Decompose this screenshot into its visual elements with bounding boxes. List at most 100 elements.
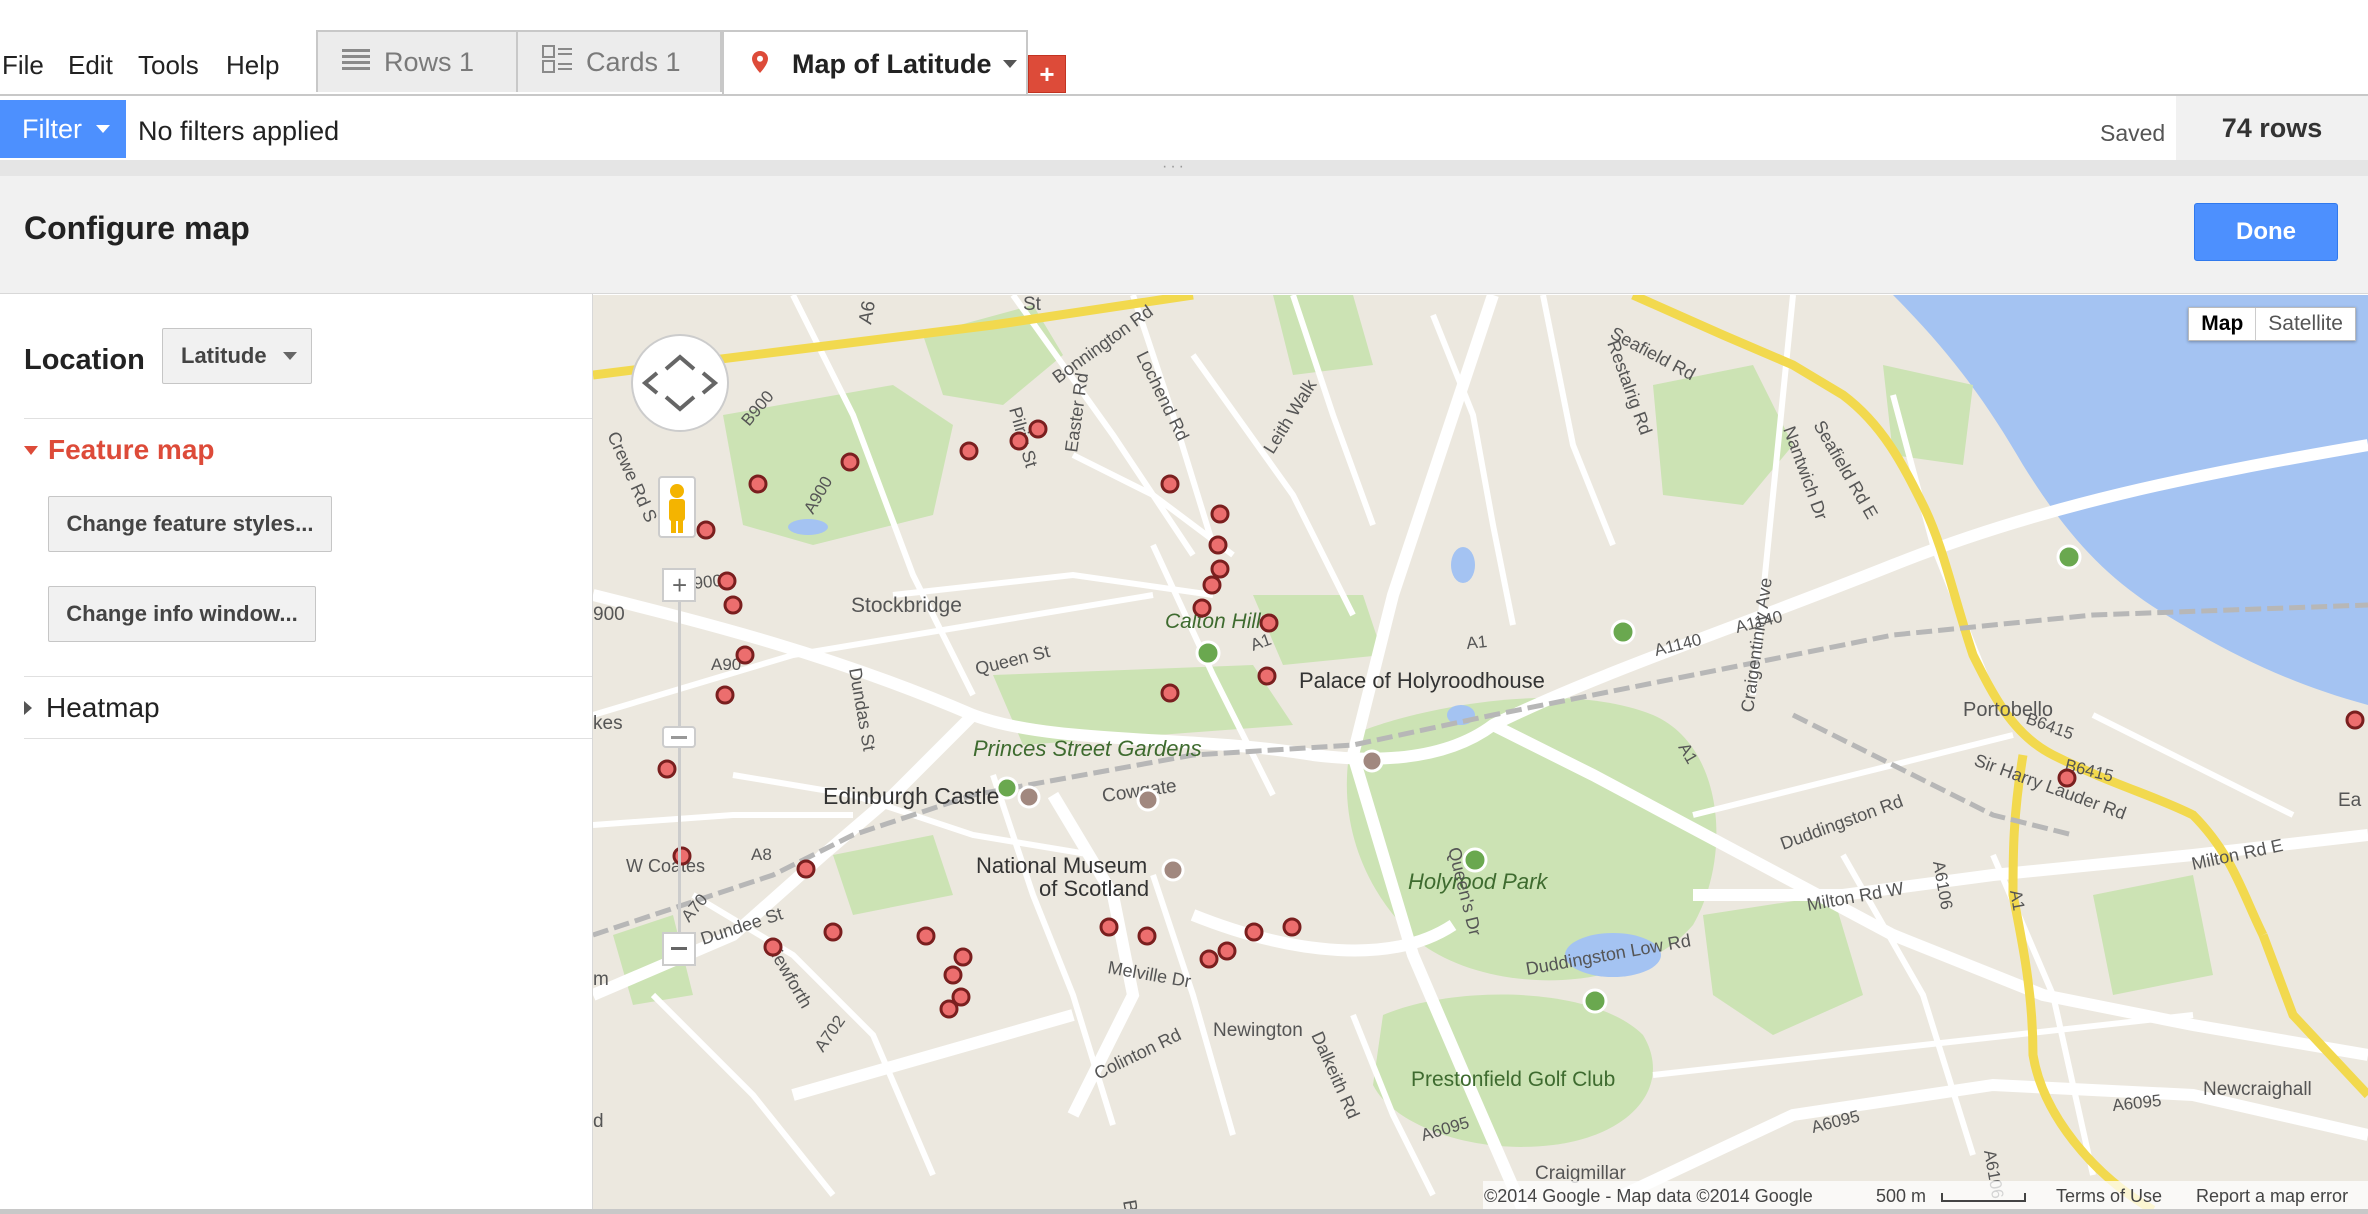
map-marker (1210, 504, 1230, 524)
report-map-error-link[interactable]: Report a map error (2196, 1186, 2348, 1206)
map-label-holyrood-park: Holyrood Park (1408, 869, 1548, 894)
map-marker (1210, 559, 1230, 579)
done-button[interactable]: Done (2194, 203, 2338, 261)
edge-label-st: St (1023, 295, 1042, 315)
map-scale-label: 500 m (1876, 1186, 1926, 1206)
map-label-princes-street-gardens: Princes Street Gardens (973, 736, 1202, 761)
tab-map-of-latitude[interactable]: Map of Latitude (722, 30, 1028, 96)
park-poi-icon (1462, 847, 1488, 873)
tab-rows-label: Rows 1 (384, 46, 475, 77)
map-marker (953, 947, 973, 967)
location-select[interactable]: Latitude (162, 328, 312, 384)
map-label-museum-line2: of Scotland (1039, 876, 1149, 901)
map-view[interactable]: Stockbridge Calton Hill Palace of Holyro… (593, 295, 2368, 1210)
edge-label-ea: Ea (2338, 790, 2362, 811)
map-marker (735, 645, 755, 665)
map-label-museum-line1: National Museum (976, 853, 1147, 878)
map-marker (959, 441, 979, 461)
landmark-poi-icon (1017, 785, 1041, 809)
zoom-in-icon: + (672, 570, 687, 600)
golf-poi-icon (1582, 988, 1608, 1014)
bottom-border (0, 1209, 2368, 1214)
feature-map-section-toggle[interactable]: Feature map (24, 434, 215, 466)
map-marker (1192, 598, 1212, 618)
map-marker (840, 452, 860, 472)
map-marker (1282, 917, 1302, 937)
map-marker (1257, 666, 1277, 686)
configure-header: Configure map Done (0, 176, 2368, 294)
location-label: Location (24, 344, 145, 376)
map-marker (2345, 710, 2365, 730)
expanded-arrow-icon (24, 445, 38, 455)
map-marker (715, 685, 735, 705)
resize-handle[interactable]: ··· (0, 159, 2368, 176)
change-feature-styles-button[interactable]: Change feature styles... (48, 496, 332, 552)
change-info-window-button[interactable]: Change info window... (48, 586, 316, 642)
map-marker (1160, 474, 1180, 494)
landmark-poi-icon (1136, 788, 1160, 812)
add-tab-button[interactable]: + (1028, 55, 1066, 93)
edge-label-m: m (593, 969, 609, 990)
filter-button[interactable]: Filter (0, 100, 126, 158)
map-marker (1202, 575, 1222, 595)
tab-map-label: Map of Latitude (792, 48, 992, 79)
feature-map-label: Feature map (48, 434, 215, 465)
map-marker (823, 922, 843, 942)
map-pin-icon (752, 49, 768, 80)
menu-bar: File Edit Tools Help Rows 1 Cards 1 Map … (0, 0, 2368, 96)
map-marker (939, 999, 959, 1019)
map-type-control: Map Satellite (2188, 307, 2356, 341)
map-label-craigmillar: Craigmillar (1535, 1163, 1626, 1184)
map-marker (1009, 431, 1029, 451)
pan-control[interactable] (631, 334, 729, 432)
map-marker (717, 571, 737, 591)
golf-poi-icon (2056, 544, 2082, 570)
map-marker (2057, 768, 2077, 788)
tab-cards[interactable]: Cards 1 (516, 30, 722, 92)
divider (24, 418, 592, 419)
map-marker (943, 965, 963, 985)
map-marker (1099, 917, 1119, 937)
menu-tools[interactable]: Tools (138, 50, 199, 81)
cards-icon (542, 44, 572, 80)
map-marker (763, 937, 783, 957)
terms-of-use-link[interactable]: Terms of Use (2056, 1186, 2162, 1206)
chevron-down-icon[interactable] (1003, 60, 1018, 68)
map-marker (723, 595, 743, 615)
map-type-satellite-button[interactable]: Satellite (2256, 308, 2355, 340)
map-marker (1244, 922, 1264, 942)
edge-label-a6: A6 (855, 299, 880, 326)
heatmap-section-toggle[interactable]: Heatmap (24, 692, 160, 724)
menu-file[interactable]: File (2, 50, 44, 81)
filter-status: No filters applied (138, 116, 340, 146)
page-title: Configure map (24, 210, 250, 246)
edge-label-900: 900 (593, 604, 625, 625)
pegman-control[interactable] (658, 476, 696, 538)
menu-edit[interactable]: Edit (68, 50, 113, 81)
tab-rows[interactable]: Rows 1 (316, 30, 518, 92)
map-marker (1028, 419, 1048, 439)
map-marker (1208, 535, 1228, 555)
road-label-a1-far-south: A1 (2006, 888, 2028, 912)
map-marker (672, 846, 692, 866)
road-label-a8: A8 (751, 845, 772, 864)
map-marker (1199, 949, 1219, 969)
menu-help[interactable]: Help (226, 50, 279, 81)
map-marker (916, 926, 936, 946)
map-label-newcraighall: Newcraighall (2203, 1079, 2312, 1100)
museum-poi-icon (1161, 858, 1185, 882)
map-marker (1160, 683, 1180, 703)
golf-poi-icon (1610, 619, 1636, 645)
park-poi-icon (995, 776, 1019, 800)
landmark-poi-icon (1360, 749, 1384, 773)
map-label-stockbridge: Stockbridge (851, 594, 962, 617)
divider (24, 738, 592, 739)
collapsed-arrow-icon (24, 701, 32, 715)
divider (24, 676, 592, 677)
map-type-map-button[interactable]: Map (2189, 308, 2257, 340)
road-label-a1-east: A1 (1465, 632, 1488, 653)
map-marker (696, 520, 716, 540)
map-label-edinburgh-castle: Edinburgh Castle (823, 783, 999, 809)
edge-label-d: d (593, 1111, 604, 1132)
map-canvas[interactable]: Stockbridge Calton Hill Palace of Holyro… (593, 295, 2368, 1210)
